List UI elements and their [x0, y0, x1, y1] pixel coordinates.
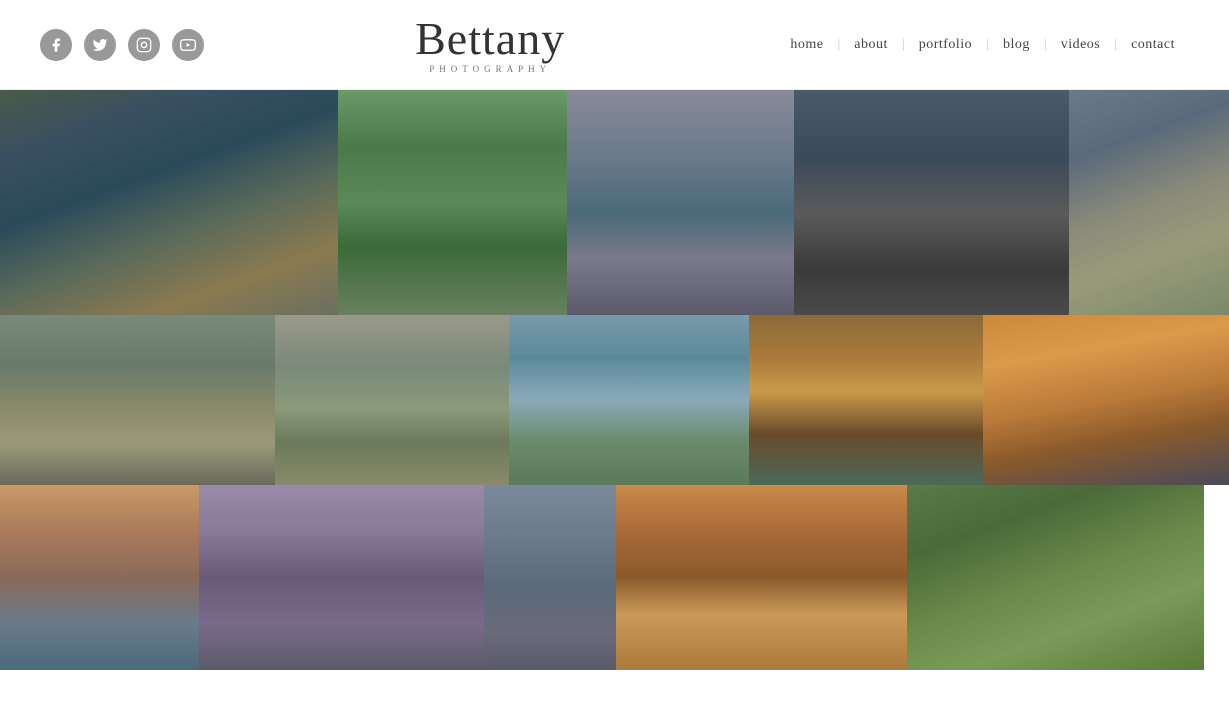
photo-banyan-tree[interactable]: [907, 485, 1204, 670]
photo-volcano[interactable]: [275, 315, 510, 485]
logo[interactable]: Bettany PHOTOGRAPHY: [204, 16, 776, 74]
photo-church[interactable]: [1069, 90, 1229, 315]
nav-about[interactable]: about: [840, 37, 902, 53]
grid-row-2: [0, 315, 1229, 485]
logo-sub: PHOTOGRAPHY: [204, 64, 776, 74]
photo-road-mountains[interactable]: [0, 315, 275, 485]
youtube-icon[interactable]: [172, 29, 204, 61]
photo-sunset-rocks[interactable]: [749, 315, 984, 485]
photo-canyon[interactable]: [616, 485, 907, 670]
nav-blog[interactable]: blog: [989, 37, 1044, 53]
photo-snow-mountains[interactable]: [509, 315, 748, 485]
twitter-icon[interactable]: [84, 29, 116, 61]
logo-script: Bettany: [204, 16, 776, 62]
nav-portfolio[interactable]: portfolio: [905, 37, 987, 53]
photo-cliff[interactable]: [0, 90, 338, 315]
facebook-icon[interactable]: [40, 29, 72, 61]
photo-sunset-water[interactable]: [0, 485, 199, 670]
nav-home[interactable]: home: [776, 37, 837, 53]
photo-glacier-lake[interactable]: [567, 90, 794, 315]
photo-grid: [0, 90, 1229, 670]
photo-pier[interactable]: [484, 485, 616, 670]
instagram-icon[interactable]: [128, 29, 160, 61]
grid-row-3: [0, 485, 1229, 670]
nav-videos[interactable]: videos: [1047, 37, 1115, 53]
photo-sunset-runner[interactable]: [983, 315, 1229, 485]
photo-waterfall[interactable]: [338, 90, 567, 315]
photo-plane-wreck[interactable]: [794, 90, 1069, 315]
photo-big-ben[interactable]: [199, 485, 484, 670]
main-nav: home | about | portfolio | blog | videos…: [776, 37, 1189, 53]
header: Bettany PHOTOGRAPHY home | about | portf…: [0, 0, 1229, 90]
grid-row-1: [0, 90, 1229, 315]
nav-contact[interactable]: contact: [1117, 37, 1189, 53]
social-icons: [40, 29, 204, 61]
